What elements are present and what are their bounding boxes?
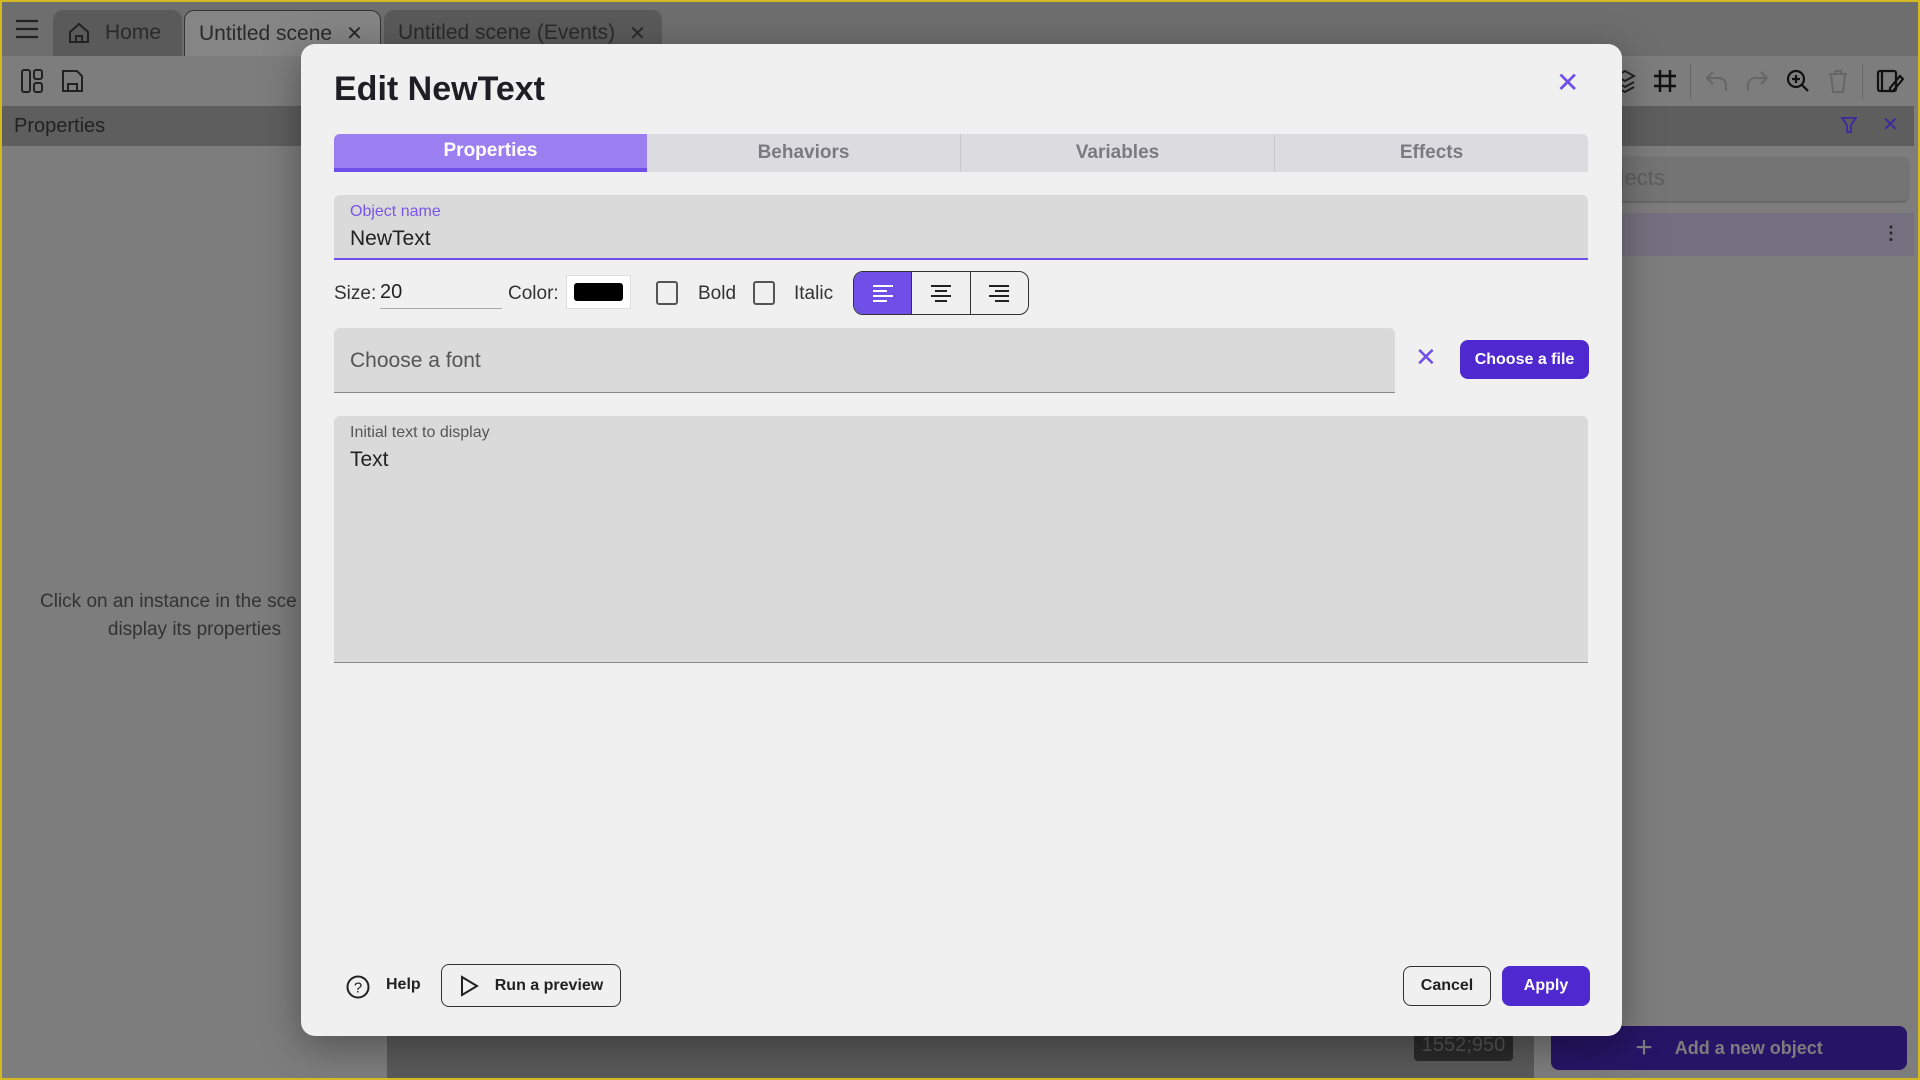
color-swatch[interactable] <box>566 275 631 309</box>
tab-properties[interactable]: Properties <box>334 134 647 172</box>
align-right-button[interactable] <box>971 272 1028 314</box>
dialog-title: Edit NewText <box>334 70 545 108</box>
undo-icon[interactable] <box>1704 68 1730 94</box>
divider <box>1690 64 1691 100</box>
align-left-button[interactable] <box>854 272 913 314</box>
choose-file-button[interactable]: Choose a file <box>1460 340 1589 379</box>
run-preview-button[interactable]: Run a preview <box>441 964 621 1007</box>
color-swatch-fill <box>574 283 623 301</box>
svg-text:?: ? <box>354 980 362 997</box>
scene-canvas[interactable] <box>387 1036 1534 1078</box>
help-icon[interactable]: ? <box>345 974 371 1000</box>
text-style-row: Size: 20 Color: Bold Italic <box>334 271 1134 315</box>
font-field[interactable]: Choose a font <box>334 328 1395 393</box>
filter-icon[interactable] <box>1840 116 1858 134</box>
more-options-icon[interactable]: ⋮ <box>1882 223 1900 244</box>
redo-icon[interactable] <box>1744 68 1770 94</box>
home-icon <box>67 21 91 45</box>
zoom-in-icon[interactable] <box>1785 68 1811 94</box>
save-icon[interactable] <box>60 68 84 94</box>
initial-text-field[interactable]: Initial text to display Text <box>334 416 1588 663</box>
edit-object-dialog: Edit NewText ✕ Properties Behaviors Vari… <box>301 44 1622 1036</box>
grid-icon[interactable] <box>1652 68 1678 94</box>
tab-variables[interactable]: Variables <box>960 134 1274 172</box>
close-dialog-icon[interactable]: ✕ <box>1556 66 1579 99</box>
play-icon <box>459 974 479 997</box>
close-panel-icon[interactable]: ✕ <box>1882 112 1899 137</box>
align-center-button[interactable] <box>912 272 971 314</box>
tab-behaviors[interactable]: Behaviors <box>647 134 960 172</box>
italic-checkbox[interactable] <box>753 281 775 305</box>
clear-font-icon[interactable]: ✕ <box>1415 342 1437 373</box>
tab-home[interactable]: Home <box>53 10 182 56</box>
size-input[interactable]: 20 <box>380 277 502 309</box>
plus-icon: + <box>1635 1031 1653 1064</box>
help-link[interactable]: Help <box>386 976 421 994</box>
cancel-button[interactable]: Cancel <box>1403 966 1491 1006</box>
close-tab-icon[interactable]: ✕ <box>629 21 646 46</box>
edit-scene-icon[interactable] <box>1876 68 1904 94</box>
apply-button[interactable]: Apply <box>1502 966 1590 1006</box>
menu-icon[interactable] <box>14 18 40 40</box>
panels-icon[interactable] <box>20 68 44 94</box>
bold-checkbox[interactable] <box>656 281 678 305</box>
tab-effects[interactable]: Effects <box>1274 134 1588 172</box>
object-name-field[interactable]: Object name NewText <box>334 195 1588 260</box>
trash-icon[interactable] <box>1826 68 1850 94</box>
dialog-tabs: Properties Behaviors Variables Effects <box>334 134 1588 172</box>
app-window: Home Untitled scene ✕ Untitled scene (Ev… <box>2 2 1918 1078</box>
close-tab-icon[interactable]: ✕ <box>346 21 363 46</box>
divider <box>1862 64 1863 100</box>
alignment-group <box>853 271 1029 315</box>
